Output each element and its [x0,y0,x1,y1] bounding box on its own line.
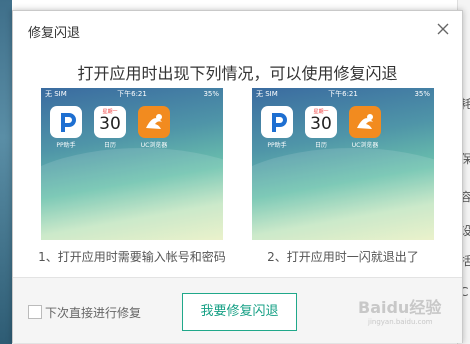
app-name: 日历 [103,142,116,149]
app-name: UC浏览器 [140,142,168,149]
phone-status-bar: 无 SIM 下午6:21 35% [252,88,434,100]
app-name: PP助手 [56,142,76,149]
pp-assistant-icon [50,106,82,138]
dialog-footer: 下次直接进行修复 我要修复闪退 Baidu经验 jingyan.baidu.co… [13,277,462,343]
app-calendar: 星期一 30 日历 [93,106,127,149]
example-screenshot-2: 无 SIM 下午6:21 35% PP助手 星期一 30 日历 UC浏览器 [252,88,434,240]
dialog-titlebar: 修复闪退 [13,11,462,47]
time-label: 下午6:21 [328,90,358,98]
auto-repair-checkbox[interactable] [28,305,42,319]
app-pp-assistant: PP助手 [49,106,83,149]
example-caption-2: 2、打开应用时一闪就退出了 [267,250,419,264]
app-name: 日历 [314,142,327,149]
app-calendar: 星期一 30 日历 [304,106,338,149]
repair-crash-button[interactable]: 我要修复闪退 [182,293,297,331]
calendar-icon: 星期一 30 [94,106,126,138]
phone-status-bar: 无 SIM 下午6:21 35% [41,88,223,100]
battery-label: 35% [203,90,219,98]
calendar-day: 30 [310,114,332,134]
example-screenshot-1: 无 SIM 下午6:21 35% PP助手 星期一 30 日历 UC浏览器 [41,88,223,240]
battery-label: 35% [414,90,430,98]
baidu-watermark-url: jingyan.baidu.com [368,318,433,326]
repair-crash-dialog: 修复闪退 打开应用时出现下列情况，可以使用修复闪退 无 SIM 下午6:21 3… [12,10,463,343]
calendar-icon: 星期一 30 [305,106,337,138]
uc-browser-icon [138,106,170,138]
dialog-title: 修复闪退 [28,26,81,41]
app-name: UC浏览器 [351,142,379,149]
app-name: PP助手 [267,142,287,149]
app-pp-assistant: PP助手 [260,106,294,149]
example-caption-1: 1、打开应用时需要输入帐号和密码 [38,250,226,264]
calendar-day: 30 [99,114,121,134]
close-button[interactable] [432,18,454,40]
app-uc-browser: UC浏览器 [348,106,382,149]
auto-repair-checkbox-label[interactable]: 下次直接进行修复 [45,304,141,321]
app-uc-browser: UC浏览器 [137,106,171,149]
baidu-watermark: Baidu经验 [358,298,442,317]
pp-assistant-icon [261,106,293,138]
background-app-left [0,0,12,344]
close-icon [437,23,449,35]
time-label: 下午6:21 [117,90,147,98]
dialog-headline: 打开应用时出现下列情况，可以使用修复闪退 [77,64,398,83]
uc-browser-icon [349,106,381,138]
